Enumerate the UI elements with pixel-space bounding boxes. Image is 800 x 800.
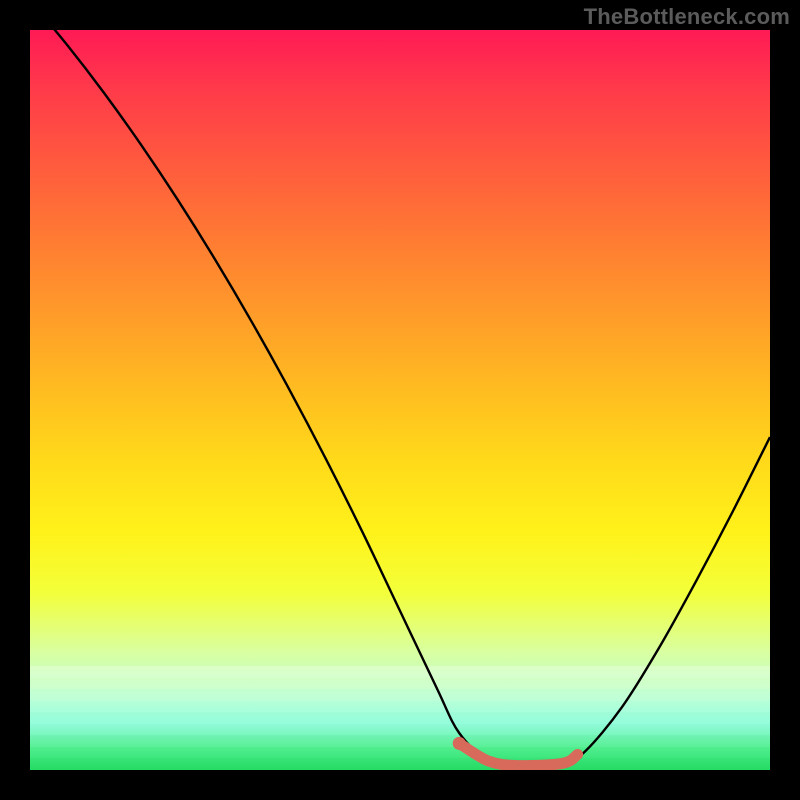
chart-svg (30, 30, 770, 770)
highlight-segment (459, 743, 577, 765)
chart-frame: TheBottleneck.com (0, 0, 800, 800)
highlight-start-dot (453, 737, 466, 750)
curve-group (30, 30, 770, 766)
bottleneck-curve (30, 30, 770, 766)
highlight-group (453, 737, 578, 766)
watermark-text: TheBottleneck.com (584, 4, 790, 30)
plot-area (30, 30, 770, 770)
